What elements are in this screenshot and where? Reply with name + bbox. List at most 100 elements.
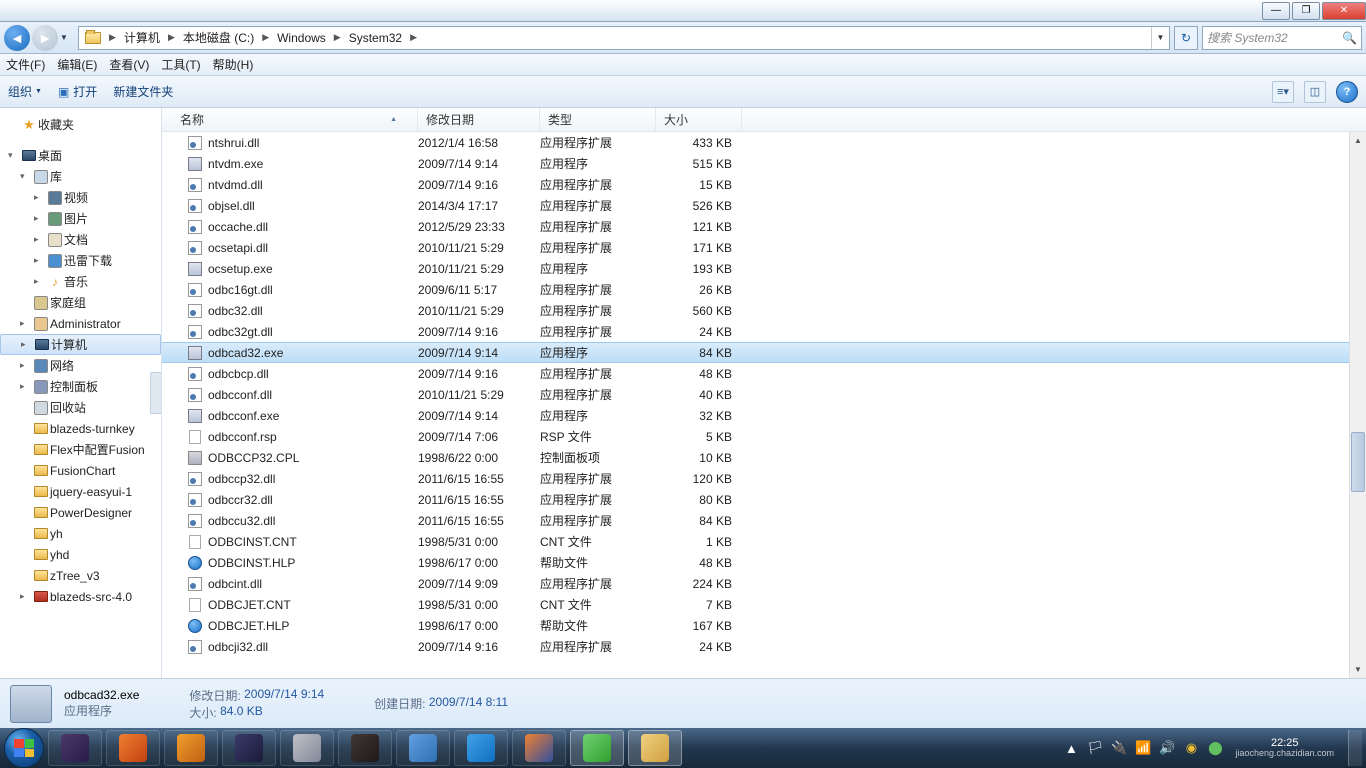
sidebar-music[interactable]: ▸♪音乐 [0, 271, 161, 292]
sidebar-computer[interactable]: ▸计算机 [0, 334, 161, 355]
sidebar-documents[interactable]: ▸文档 [0, 229, 161, 250]
sidebar-network[interactable]: ▸网络 [0, 355, 161, 376]
file-row[interactable]: odbccr32.dll 2011/6/15 16:55 应用程序扩展 80 K… [162, 489, 1366, 510]
sidebar-libraries[interactable]: ▾库 [0, 166, 161, 187]
column-size[interactable]: 大小 [656, 108, 742, 131]
tray-power-icon[interactable]: 🔌 [1110, 739, 1128, 757]
taskbar-app-notepad[interactable] [106, 730, 160, 766]
sidebar-homegroup[interactable]: 家庭组 [0, 292, 161, 313]
file-row[interactable]: ntvdmd.dll 2009/7/14 9:16 应用程序扩展 15 KB [162, 174, 1366, 195]
sidebar-favorites[interactable]: ★收藏夹 [0, 114, 161, 135]
file-row[interactable]: odbcconf.exe 2009/7/14 9:14 应用程序 32 KB [162, 405, 1366, 426]
file-row[interactable]: odbcint.dll 2009/7/14 9:09 应用程序扩展 224 KB [162, 573, 1366, 594]
file-row[interactable]: ODBCJET.CNT 1998/5/31 0:00 CNT 文件 7 KB [162, 594, 1366, 615]
organize-button[interactable]: 组织▼ [8, 83, 42, 100]
sidebar-videos[interactable]: ▸视频 [0, 187, 161, 208]
sidebar-folder[interactable]: Flex中配置Fusion [0, 439, 161, 460]
sidebar-folder[interactable]: jquery-easyui-1 [0, 481, 161, 502]
tray-clock[interactable]: 22:25 jiaocheng.chazidian.com [1235, 737, 1334, 759]
tray-safeguard-icon[interactable]: ⬤ [1206, 739, 1224, 757]
column-name[interactable]: 名称▲ [162, 108, 418, 131]
sidebar-admin[interactable]: ▸Administrator [0, 313, 161, 334]
new-folder-button[interactable]: 新建文件夹 [113, 83, 173, 100]
tray-network-icon[interactable]: 📶 [1134, 739, 1152, 757]
menu-help[interactable]: 帮助(H) [213, 56, 254, 73]
minimize-button[interactable]: — [1262, 2, 1290, 20]
menu-tools[interactable]: 工具(T) [161, 56, 200, 73]
file-row[interactable]: occache.dll 2012/5/29 23:33 应用程序扩展 121 K… [162, 216, 1366, 237]
show-desktop-button[interactable] [1348, 730, 1362, 766]
tray-action-center-icon[interactable]: 🏳 [1086, 739, 1104, 757]
taskbar-app-ie[interactable] [570, 730, 624, 766]
history-dropdown[interactable]: ▼ [60, 33, 74, 42]
taskbar-app-matlab[interactable] [164, 730, 218, 766]
sidebar-folder[interactable]: blazeds-turnkey [0, 418, 161, 439]
file-row[interactable]: ocsetapi.dll 2010/11/21 5:29 应用程序扩展 171 … [162, 237, 1366, 258]
column-type[interactable]: 类型 [540, 108, 656, 131]
file-row[interactable]: odbccp32.dll 2011/6/15 16:55 应用程序扩展 120 … [162, 468, 1366, 489]
sidebar-downloads[interactable]: ▸迅雷下载 [0, 250, 161, 271]
scroll-thumb[interactable] [1351, 432, 1365, 492]
menu-view[interactable]: 查看(V) [109, 56, 149, 73]
file-row[interactable]: odbcconf.rsp 2009/7/14 7:06 RSP 文件 5 KB [162, 426, 1366, 447]
file-row[interactable]: ODBCINST.HLP 1998/6/17 0:00 帮助文件 48 KB [162, 552, 1366, 573]
file-row[interactable]: ntshrui.dll 2012/1/4 16:58 应用程序扩展 433 KB [162, 132, 1366, 153]
taskbar-app-flash[interactable] [338, 730, 392, 766]
help-button[interactable]: ? [1336, 81, 1358, 103]
start-button[interactable] [4, 728, 44, 768]
breadcrumb-drive[interactable]: 本地磁盘 (C:) [177, 27, 260, 49]
address-dropdown[interactable]: ▼ [1151, 27, 1169, 49]
tray-show-hidden-icon[interactable]: ▲ [1062, 739, 1080, 757]
menu-file[interactable]: 文件(F) [6, 56, 45, 73]
vertical-scrollbar[interactable]: ▲ ▼ [1349, 132, 1366, 678]
forward-button[interactable]: ► [32, 25, 58, 51]
file-row[interactable]: ODBCJET.HLP 1998/6/17 0:00 帮助文件 167 KB [162, 615, 1366, 636]
file-row[interactable]: odbcji32.dll 2009/7/14 9:16 应用程序扩展 24 KB [162, 636, 1366, 657]
view-options-button[interactable]: ≡▾ [1272, 81, 1294, 103]
tray-app-icon[interactable]: ◉ [1182, 739, 1200, 757]
refresh-button[interactable]: ↻ [1174, 26, 1198, 50]
file-list[interactable]: ntshrui.dll 2012/1/4 16:58 应用程序扩展 433 KB… [162, 132, 1366, 678]
taskbar-app-app8[interactable] [222, 730, 276, 766]
sidebar-folder[interactable]: ▸blazeds-src-4.0 [0, 586, 161, 607]
address-bar[interactable]: ▶ 计算机 ▶ 本地磁盘 (C:) ▶ Windows ▶ System32 ▶… [78, 26, 1170, 50]
file-row[interactable]: ocsetup.exe 2010/11/21 5:29 应用程序 193 KB [162, 258, 1366, 279]
file-row[interactable]: odbcad32.exe 2009/7/14 9:14 应用程序 84 KB [162, 342, 1366, 363]
window-titlebar[interactable]: — ❐ ✕ [0, 0, 1366, 22]
chevron-right-icon[interactable]: ▶ [107, 32, 118, 43]
chevron-right-icon[interactable]: ▶ [260, 32, 271, 43]
file-row[interactable]: ntvdm.exe 2009/7/14 9:14 应用程序 515 KB [162, 153, 1366, 174]
file-row[interactable]: odbccu32.dll 2011/6/15 16:55 应用程序扩展 84 K… [162, 510, 1366, 531]
taskbar-app-snip[interactable] [280, 730, 334, 766]
taskbar-app-cube[interactable] [396, 730, 450, 766]
file-row[interactable]: odbc16gt.dll 2009/6/11 5:17 应用程序扩展 26 KB [162, 279, 1366, 300]
breadcrumb-computer[interactable]: 计算机 [118, 27, 166, 49]
breadcrumb-windows[interactable]: Windows [271, 27, 332, 49]
close-button[interactable]: ✕ [1322, 2, 1366, 20]
sidebar-desktop[interactable]: ▾桌面 [0, 145, 161, 166]
chevron-right-icon[interactable]: ▶ [408, 32, 419, 43]
maximize-button[interactable]: ❐ [1292, 2, 1320, 20]
back-button[interactable]: ◄ [4, 25, 30, 51]
sidebar-folder[interactable]: yhd [0, 544, 161, 565]
sidebar-folder[interactable]: PowerDesigner [0, 502, 161, 523]
sidebar-control-panel[interactable]: ▸控制面板 [0, 376, 161, 397]
file-row[interactable]: ODBCINST.CNT 1998/5/31 0:00 CNT 文件 1 KB [162, 531, 1366, 552]
file-row[interactable]: objsel.dll 2014/3/4 17:17 应用程序扩展 526 KB [162, 195, 1366, 216]
sidebar-pictures[interactable]: ▸图片 [0, 208, 161, 229]
sidebar-folder[interactable]: FusionChart [0, 460, 161, 481]
sidebar-folder[interactable]: yh [0, 523, 161, 544]
chevron-right-icon[interactable]: ▶ [166, 32, 177, 43]
column-date[interactable]: 修改日期 [418, 108, 540, 131]
search-input[interactable]: 搜索 System32 🔍 [1202, 26, 1362, 50]
preview-pane-button[interactable]: ◫ [1304, 81, 1326, 103]
file-row[interactable]: ODBCCP32.CPL 1998/6/22 0:00 控制面板项 10 KB [162, 447, 1366, 468]
sidebar-recycle[interactable]: 回收站 [0, 397, 161, 418]
taskbar-app-cloud[interactable] [454, 730, 508, 766]
file-row[interactable]: odbcconf.dll 2010/11/21 5:29 应用程序扩展 40 K… [162, 384, 1366, 405]
tray-volume-icon[interactable]: 🔊 [1158, 739, 1176, 757]
file-row[interactable]: odbcbcp.dll 2009/7/14 9:16 应用程序扩展 48 KB [162, 363, 1366, 384]
file-row[interactable]: odbc32.dll 2010/11/21 5:29 应用程序扩展 560 KB [162, 300, 1366, 321]
sidebar-folder[interactable]: zTree_v3 [0, 565, 161, 586]
breadcrumb-system32[interactable]: System32 [343, 27, 408, 49]
